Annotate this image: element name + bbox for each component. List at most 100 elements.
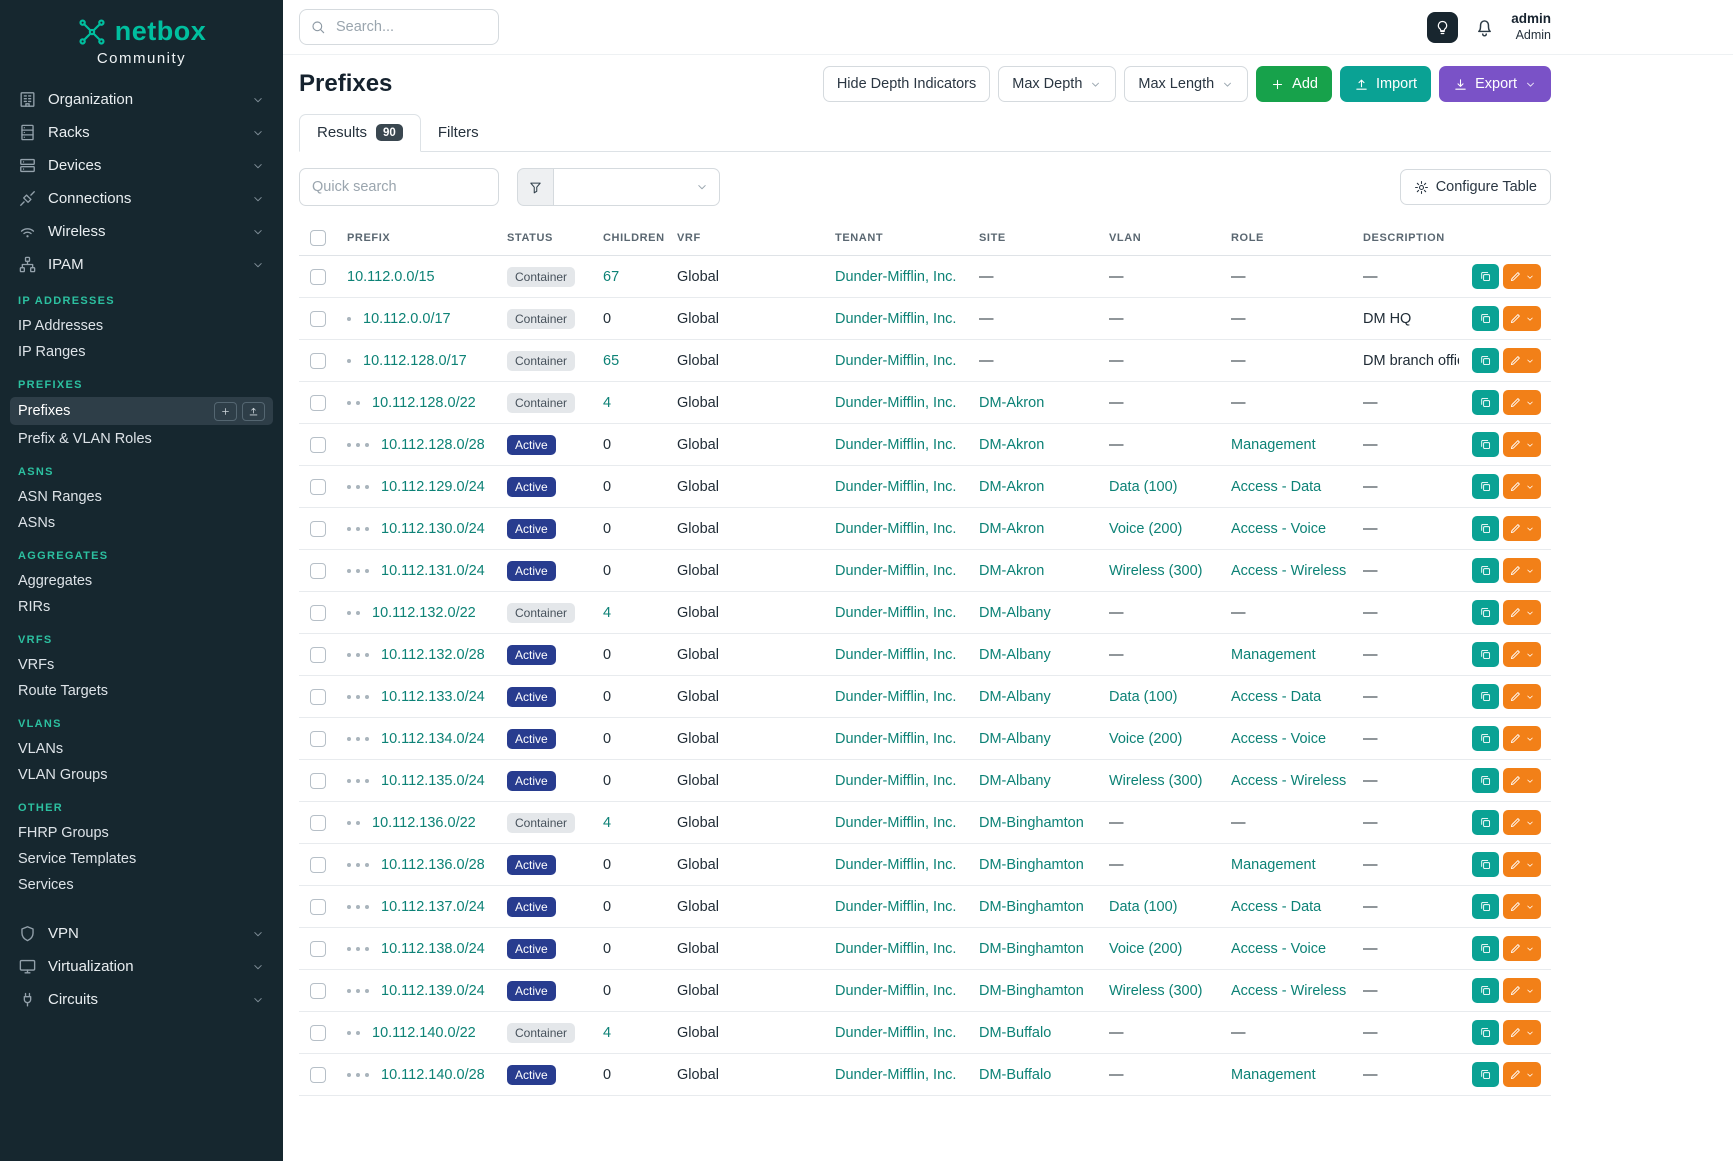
- prefix-link[interactable]: 10.112.134.0/24: [381, 731, 485, 747]
- copy-button[interactable]: [1472, 1062, 1499, 1087]
- sidebar-item-route-targets[interactable]: Route Targets: [10, 678, 273, 703]
- tenant-link[interactable]: Dunder-Mifflin, Inc.: [835, 395, 956, 411]
- import-button[interactable]: Import: [1340, 66, 1431, 102]
- vlan-link[interactable]: Wireless (300): [1109, 983, 1202, 999]
- hide-depth-indicators-button[interactable]: Hide Depth Indicators: [823, 66, 990, 102]
- tenant-link[interactable]: Dunder-Mifflin, Inc.: [835, 941, 956, 957]
- prefix-link[interactable]: 10.112.140.0/28: [381, 1067, 485, 1083]
- vlan-link[interactable]: Wireless (300): [1109, 773, 1202, 789]
- tenant-link[interactable]: Dunder-Mifflin, Inc.: [835, 605, 956, 621]
- copy-button[interactable]: [1472, 474, 1499, 499]
- max-length-dropdown[interactable]: Max Length: [1124, 66, 1248, 102]
- role-link[interactable]: Access - Voice: [1231, 941, 1326, 957]
- configure-table-button[interactable]: Configure Table: [1400, 169, 1551, 205]
- site-link[interactable]: DM-Buffalo: [979, 1067, 1051, 1083]
- edit-button[interactable]: [1503, 432, 1541, 457]
- role-link[interactable]: Access - Wireless: [1231, 773, 1346, 789]
- edit-button[interactable]: [1503, 390, 1541, 415]
- row-checkbox[interactable]: [310, 353, 326, 369]
- row-checkbox[interactable]: [310, 773, 326, 789]
- tenant-link[interactable]: Dunder-Mifflin, Inc.: [835, 269, 956, 285]
- prefix-link[interactable]: 10.112.132.0/22: [372, 605, 476, 621]
- tab-filters[interactable]: Filters: [421, 115, 496, 151]
- row-checkbox[interactable]: [310, 731, 326, 747]
- sidebar-item-vlans[interactable]: VLANs: [10, 736, 273, 761]
- row-checkbox[interactable]: [310, 941, 326, 957]
- site-link[interactable]: DM-Binghamton: [979, 899, 1084, 915]
- sidebar-item-organization[interactable]: Organization: [10, 83, 273, 116]
- edit-button[interactable]: [1503, 978, 1541, 1003]
- search-input[interactable]: [299, 9, 499, 45]
- role-link[interactable]: Access - Data: [1231, 479, 1321, 495]
- sidebar-item-devices[interactable]: Devices: [10, 149, 273, 182]
- site-link[interactable]: DM-Binghamton: [979, 941, 1084, 957]
- sidebar-item-wireless[interactable]: Wireless: [10, 215, 273, 248]
- row-checkbox[interactable]: [310, 479, 326, 495]
- site-link[interactable]: DM-Albany: [979, 773, 1051, 789]
- row-checkbox[interactable]: [310, 269, 326, 285]
- site-link[interactable]: DM-Binghamton: [979, 983, 1084, 999]
- edit-button[interactable]: [1503, 810, 1541, 835]
- add-prefix-quick-button[interactable]: [214, 402, 237, 421]
- sidebar-item-connections[interactable]: Connections: [10, 182, 273, 215]
- site-link[interactable]: DM-Akron: [979, 563, 1044, 579]
- site-link[interactable]: DM-Binghamton: [979, 815, 1084, 831]
- copy-button[interactable]: [1472, 306, 1499, 331]
- tenant-link[interactable]: Dunder-Mifflin, Inc.: [835, 479, 956, 495]
- row-checkbox[interactable]: [310, 563, 326, 579]
- sidebar-item-vpn[interactable]: VPN: [10, 917, 273, 950]
- theme-toggle-button[interactable]: [1427, 12, 1458, 43]
- edit-button[interactable]: [1503, 726, 1541, 751]
- tenant-link[interactable]: Dunder-Mifflin, Inc.: [835, 311, 956, 327]
- copy-button[interactable]: [1472, 600, 1499, 625]
- prefix-link[interactable]: 10.112.131.0/24: [381, 563, 485, 579]
- children-count-link[interactable]: 65: [603, 353, 619, 369]
- quick-search-input[interactable]: [299, 168, 499, 206]
- tenant-link[interactable]: Dunder-Mifflin, Inc.: [835, 1067, 956, 1083]
- vlan-link[interactable]: Data (100): [1109, 899, 1178, 915]
- sidebar-item-aggregates[interactable]: Aggregates: [10, 568, 273, 593]
- vlan-link[interactable]: Data (100): [1109, 689, 1178, 705]
- vlan-link[interactable]: Voice (200): [1109, 731, 1182, 747]
- children-count-link[interactable]: 4: [603, 815, 611, 831]
- row-checkbox[interactable]: [310, 689, 326, 705]
- edit-button[interactable]: [1503, 894, 1541, 919]
- edit-button[interactable]: [1503, 768, 1541, 793]
- column-header-vlan[interactable]: VLAN: [1099, 222, 1221, 256]
- sidebar-item-asns[interactable]: ASNs: [10, 510, 273, 535]
- sidebar-item-asn-ranges[interactable]: ASN Ranges: [10, 484, 273, 509]
- column-header-site[interactable]: SITE: [969, 222, 1099, 256]
- children-count-link[interactable]: 67: [603, 269, 619, 285]
- row-checkbox[interactable]: [310, 437, 326, 453]
- copy-button[interactable]: [1472, 264, 1499, 289]
- copy-button[interactable]: [1472, 516, 1499, 541]
- edit-button[interactable]: [1503, 558, 1541, 583]
- tenant-link[interactable]: Dunder-Mifflin, Inc.: [835, 899, 956, 915]
- sidebar-item-service-templates[interactable]: Service Templates: [10, 846, 273, 871]
- sidebar-item-fhrp-groups[interactable]: FHRP Groups: [10, 820, 273, 845]
- copy-button[interactable]: [1472, 348, 1499, 373]
- site-link[interactable]: DM-Akron: [979, 479, 1044, 495]
- role-link[interactable]: Access - Wireless: [1231, 983, 1346, 999]
- tab-results[interactable]: Results 90: [299, 114, 421, 152]
- edit-button[interactable]: [1503, 1020, 1541, 1045]
- edit-button[interactable]: [1503, 600, 1541, 625]
- tenant-link[interactable]: Dunder-Mifflin, Inc.: [835, 773, 956, 789]
- saved-filter-select[interactable]: [554, 168, 720, 206]
- sidebar-item-prefix-vlan-roles[interactable]: Prefix & VLAN Roles: [10, 426, 273, 451]
- sidebar-item-virtualization[interactable]: Virtualization: [10, 950, 273, 983]
- edit-button[interactable]: [1503, 642, 1541, 667]
- filter-button[interactable]: [517, 168, 554, 206]
- sidebar-item-circuits[interactable]: Circuits: [10, 983, 273, 1016]
- column-header-children[interactable]: CHILDREN: [593, 222, 667, 256]
- column-header-prefix[interactable]: PREFIX: [337, 222, 497, 256]
- edit-button[interactable]: [1503, 264, 1541, 289]
- site-link[interactable]: DM-Albany: [979, 605, 1051, 621]
- tenant-link[interactable]: Dunder-Mifflin, Inc.: [835, 731, 956, 747]
- max-depth-dropdown[interactable]: Max Depth: [998, 66, 1116, 102]
- site-link[interactable]: DM-Akron: [979, 521, 1044, 537]
- prefix-link[interactable]: 10.112.137.0/24: [381, 899, 485, 915]
- sidebar-item-vlan-groups[interactable]: VLAN Groups: [10, 762, 273, 787]
- site-link[interactable]: DM-Binghamton: [979, 857, 1084, 873]
- vlan-link[interactable]: Voice (200): [1109, 941, 1182, 957]
